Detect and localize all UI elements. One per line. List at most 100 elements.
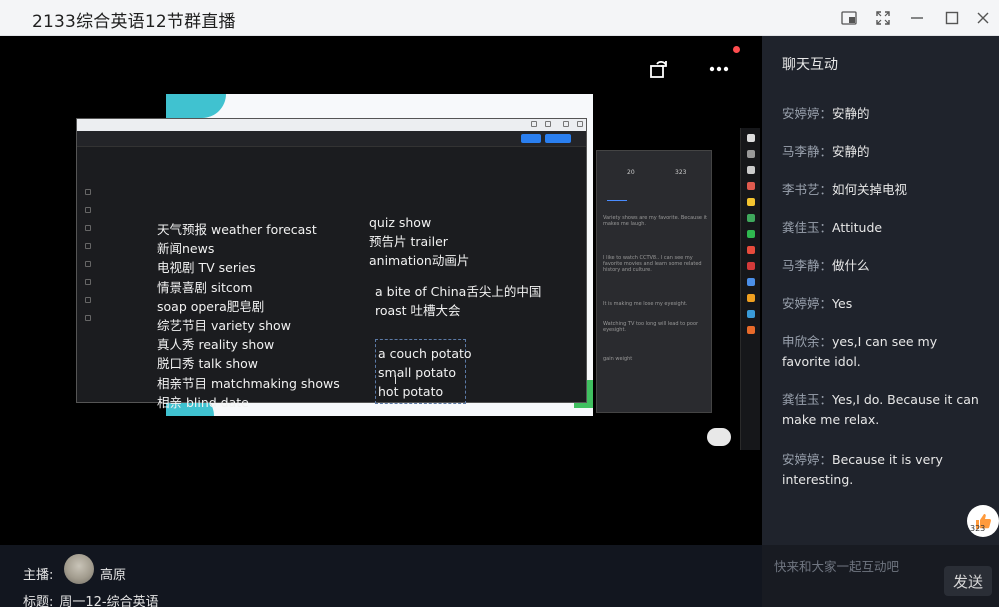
- chat-text: 做什么: [832, 258, 870, 273]
- vocab-item: 天气预报 weather forecast: [157, 222, 317, 237]
- chat-user: 安婷婷: [782, 106, 832, 121]
- maximize-icon[interactable]: [939, 6, 965, 30]
- chat-user: 龚佳玉: [782, 392, 832, 407]
- shared-chat-row: gain weight: [603, 356, 633, 362]
- shared-floating-avatar: [707, 428, 731, 446]
- shared-app-icon: [531, 121, 537, 127]
- tool-icon: [85, 189, 91, 195]
- chat-user: 马李静: [782, 144, 832, 159]
- vocab-list-potato: a couch potato small potato hot potato: [378, 344, 472, 402]
- chat-text: Yes: [832, 296, 853, 311]
- shared-chat-row: Watching TV too long will lead to poor e…: [603, 321, 699, 333]
- vocab-item: animation动画片: [369, 253, 470, 269]
- host-label: 主播:: [23, 568, 54, 583]
- vocab-list-right-top: quiz show 预告片 trailer animation动画片: [369, 213, 469, 271]
- rotate-share-icon[interactable]: [648, 58, 670, 80]
- chat-user: 申欣余: [782, 334, 832, 349]
- taskbar-icon: [747, 214, 755, 222]
- chat-message: 安婷婷安静的: [782, 104, 988, 124]
- taskbar-icon: [747, 246, 755, 254]
- shared-app-icon: [545, 121, 551, 127]
- vocab-item: a bite of China舌尖上的中国: [375, 284, 542, 299]
- vocab-item: a couch potato: [378, 346, 472, 361]
- taskbar-icon: [747, 262, 755, 270]
- vocab-item: 脱口秀 talk show: [157, 356, 259, 372]
- vocab-item: 预告片 trailer: [369, 234, 448, 250]
- shared-app-icon: [577, 121, 583, 127]
- text-cursor-icon: [395, 375, 396, 384]
- chat-message: 龚佳玉Yes,I do. Because it can make me rela…: [782, 390, 988, 430]
- like-count: 323: [970, 524, 986, 533]
- shared-app-button: [521, 134, 541, 143]
- more-options-icon[interactable]: [707, 58, 731, 80]
- vocab-item: 新闻news: [157, 241, 215, 257]
- vocab-item: roast 吐槽大会: [375, 303, 461, 319]
- host-name: 高原: [100, 568, 127, 583]
- vocab-item: small potato: [378, 365, 456, 381]
- topic-label: 标题:: [23, 595, 54, 607]
- chat-message: 李书艺如何关掉电视: [782, 180, 988, 200]
- vocab-item: 真人秀 reality show: [157, 337, 275, 353]
- chat-header: 聊天互动: [782, 57, 838, 73]
- shared-chat-window: 20 323 Variety shows are my favorite. Be…: [596, 150, 712, 413]
- tool-icon: [85, 315, 91, 321]
- vocab-item: quiz show: [369, 215, 432, 230]
- picture-in-picture-icon[interactable]: [836, 6, 862, 30]
- chat-message: 马李静做什么: [782, 256, 988, 276]
- vocab-item: 相亲节目 matchmaking shows: [157, 375, 340, 391]
- vocab-list-left: 天气预报 weather forecast 新闻news 电视剧 TV seri…: [157, 220, 340, 412]
- chat-text: 如何关掉电视: [832, 182, 908, 197]
- shared-app-icon: [563, 121, 569, 127]
- minimize-icon[interactable]: [904, 6, 930, 30]
- taskbar-icon: [747, 150, 755, 158]
- taskbar-icon: [747, 326, 755, 334]
- chat-message: 安婷婷Yes: [782, 294, 988, 314]
- vocab-item: soap opera肥皂剧: [157, 298, 265, 314]
- shared-taskbar: [740, 128, 760, 450]
- tool-icon: [85, 225, 91, 231]
- chat-message: 申欣余yes,I can see my favorite idol.: [782, 332, 988, 372]
- tool-icon: [85, 243, 91, 249]
- shared-chat-row: It is making me lose my eyesight.: [603, 301, 688, 307]
- tool-icon: [85, 279, 91, 285]
- tool-icon: [85, 297, 91, 303]
- topic-value: 周一12-综合英语: [59, 595, 159, 607]
- vocab-list-right-mid: a bite of China舌尖上的中国 roast 吐槽大会: [375, 282, 541, 320]
- send-button[interactable]: 发送: [944, 566, 992, 596]
- vocab-item: 电视剧 TV series: [157, 260, 256, 276]
- chat-user: 马李静: [782, 258, 832, 273]
- shared-app-tool-sidebar: [85, 189, 95, 389]
- notification-dot: [733, 46, 740, 53]
- shared-stat: 20: [627, 169, 635, 176]
- chat-message: 安婷婷Because it is very interesting.: [782, 450, 988, 490]
- chat-user: 安婷婷: [782, 452, 832, 467]
- shared-chat-tab: [607, 195, 627, 201]
- shared-stat: 323: [675, 169, 687, 176]
- fullscreen-icon[interactable]: [870, 6, 896, 30]
- vocab-item: 情景喜剧 sitcom: [157, 279, 253, 295]
- host-avatar[interactable]: [64, 554, 94, 584]
- taskbar-icon: [747, 198, 755, 206]
- taskbar-icon: [747, 134, 755, 142]
- taskbar-icon: [747, 294, 755, 302]
- tool-icon: [85, 207, 91, 213]
- shared-chat-tab: [647, 195, 667, 201]
- chat-user: 龚佳玉: [782, 220, 832, 235]
- stream-topic: 标题: 周一12-综合英语: [23, 591, 159, 607]
- chat-text: 安静的: [832, 144, 870, 159]
- taskbar-icon: [747, 310, 755, 318]
- vocab-item: hot potato: [378, 384, 444, 400]
- tool-icon: [85, 261, 91, 267]
- shared-chat-row: I like to watch CCTV8.. I can see my fav…: [603, 255, 702, 273]
- chat-input-field[interactable]: 快来和大家一起互动吧: [774, 556, 934, 575]
- vocab-item: 综艺节目 variety show: [157, 317, 291, 333]
- shared-app-titlebar: [77, 119, 586, 131]
- chat-text: 安静的: [832, 106, 870, 121]
- stream-info-bar: 主播: 高原 标题: 周一12-综合英语: [0, 545, 762, 607]
- taskbar-icon: [747, 278, 755, 286]
- close-icon[interactable]: [970, 6, 996, 30]
- chat-message: 马李静安静的: [782, 142, 988, 162]
- vocab-item: 相亲 blind date: [157, 394, 249, 410]
- shared-app-toolbar: [77, 131, 586, 147]
- taskbar-icon: [747, 166, 755, 174]
